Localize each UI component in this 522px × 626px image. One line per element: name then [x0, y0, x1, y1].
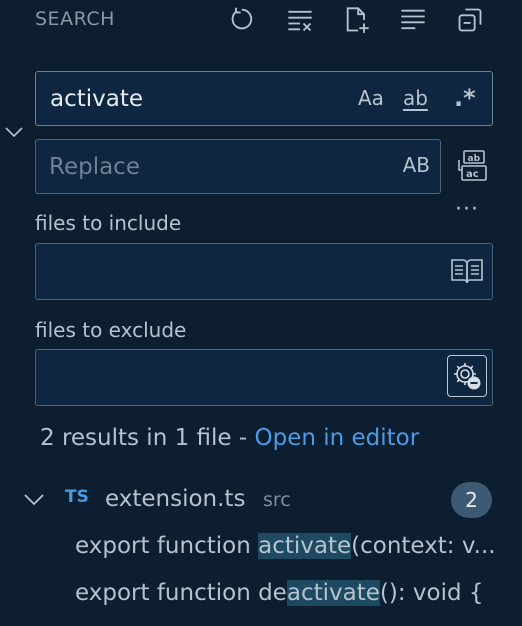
match-highlight: activate — [286, 580, 380, 606]
clear-results-icon — [288, 10, 312, 32]
view-title: SEARCH — [35, 8, 115, 30]
new-search-editor-icon — [346, 7, 369, 33]
match-suffix: (context: v... — [351, 533, 496, 559]
match-highlight: activate — [258, 533, 352, 559]
refresh-icon — [231, 7, 253, 30]
match-line[interactable]: export function deactivate(): void { — [75, 580, 515, 606]
match-whole-word-toggle[interactable]: ab — [403, 84, 428, 112]
file-result-row[interactable]: TS extension.ts src 2 — [0, 480, 522, 520]
refresh-button[interactable] — [226, 4, 260, 36]
file-directory: src — [263, 489, 291, 511]
replace-all-icon[interactable]: ab ac — [455, 148, 491, 184]
svg-text:ab: ab — [468, 154, 481, 164]
view-as-tree-button[interactable] — [396, 4, 430, 36]
exclude-settings-gear-icon — [454, 363, 481, 390]
match-prefix: export function — [75, 533, 259, 559]
typescript-file-icon: TS — [65, 487, 89, 507]
files-to-exclude-label: files to exclude — [35, 318, 187, 342]
search-input[interactable]: activate Aa ab .* — [35, 71, 493, 126]
open-in-editor-link[interactable]: Open in editor — [254, 425, 419, 451]
match-suffix: (): void { — [379, 580, 484, 606]
match-prefix: export function de — [75, 580, 287, 606]
preserve-case-toggle[interactable]: AB — [403, 153, 430, 177]
files-to-exclude-field[interactable] — [35, 349, 493, 406]
replace-field[interactable]: AB — [35, 139, 441, 194]
replace-input[interactable] — [49, 151, 389, 183]
view-as-tree-icon — [401, 9, 425, 30]
match-count-badge: 2 — [451, 482, 492, 518]
new-search-editor-button[interactable] — [340, 4, 374, 36]
search-value[interactable]: activate — [50, 86, 143, 112]
chevron-down-icon[interactable] — [22, 492, 46, 508]
match-case-toggle[interactable]: Aa — [358, 84, 384, 112]
svg-text:ac: ac — [466, 169, 479, 180]
match-line[interactable]: export function activate(context: v... — [75, 533, 515, 559]
results-summary: 2 results in 1 file - Open in editor — [40, 425, 419, 451]
clear-results-button[interactable] — [283, 4, 317, 36]
toggle-search-details-button[interactable]: ··· — [455, 197, 479, 222]
use-regex-toggle[interactable]: .* — [454, 84, 476, 112]
files-to-include-label: files to include — [35, 211, 182, 235]
collapse-all-button[interactable] — [453, 4, 487, 36]
toggle-replace-chevron-icon[interactable] — [3, 124, 25, 140]
collapse-all-icon — [458, 8, 482, 32]
open-editors-book-icon[interactable] — [450, 256, 484, 286]
files-to-include-input[interactable] — [48, 256, 438, 288]
file-name: extension.ts — [105, 486, 246, 512]
use-exclude-settings-button[interactable] — [447, 355, 487, 397]
files-to-exclude-input[interactable] — [48, 362, 438, 394]
results-count-text: 2 results in 1 file - — [40, 425, 255, 451]
files-to-include-field[interactable] — [35, 243, 493, 300]
